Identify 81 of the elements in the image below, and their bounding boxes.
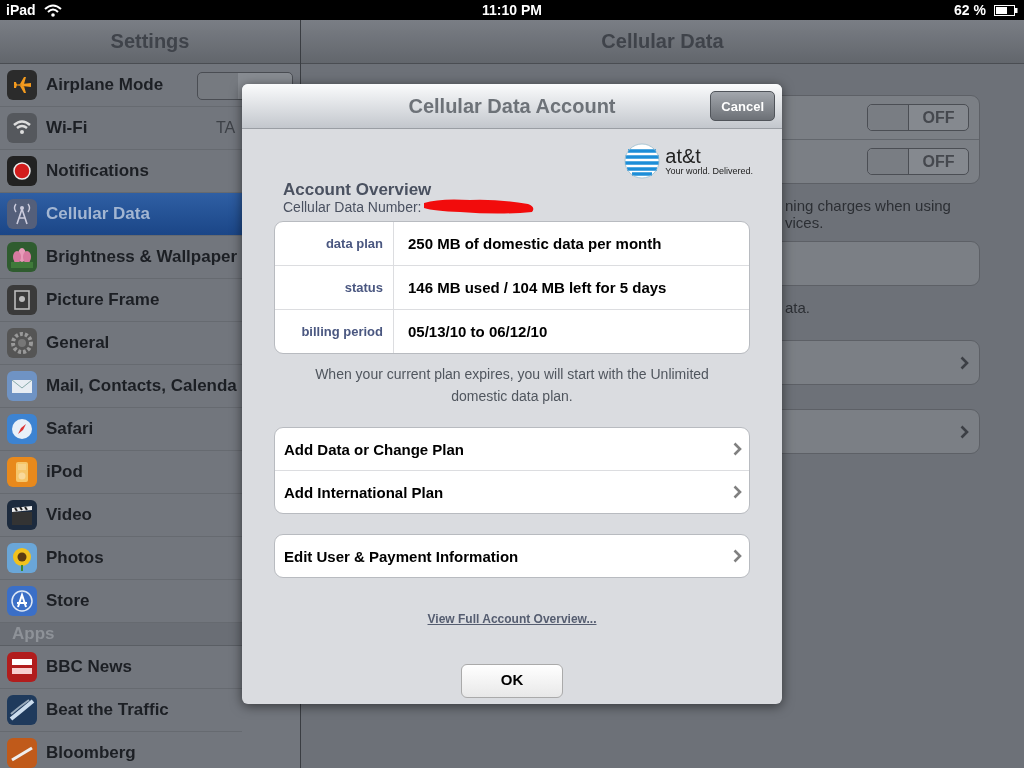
- envelope-icon: [7, 371, 37, 401]
- chevron-icon: [733, 442, 742, 456]
- settings-label: Bloomberg: [46, 743, 136, 763]
- flower-icon: [7, 242, 37, 272]
- settings-item[interactable]: Beat the Traffic: [0, 689, 242, 732]
- chevron-icon: [733, 549, 742, 563]
- cancel-button[interactable]: Cancel: [710, 91, 775, 121]
- field-label: status: [275, 266, 394, 309]
- settings-label: Cellular Data: [46, 204, 150, 224]
- chevron-icon: [960, 424, 969, 439]
- battery-percent: 62 %: [954, 2, 986, 18]
- settings-item[interactable]: BBC News: [0, 646, 242, 689]
- section-heading: Account Overview: [283, 181, 433, 199]
- picture-frame-icon: [7, 285, 37, 315]
- field-label: billing period: [275, 310, 394, 353]
- chevron-icon: [960, 355, 969, 370]
- settings-label: Notifications: [46, 161, 149, 181]
- chevron-icon: [733, 485, 742, 499]
- brand-tagline: Your world. Delivered.: [665, 166, 753, 176]
- menu-row[interactable]: Edit User & Payment Information: [275, 535, 749, 577]
- footnote-text: ata.: [785, 299, 812, 316]
- compass-icon: [7, 414, 37, 444]
- footnote-text: vices.: [785, 214, 825, 231]
- settings-item[interactable]: General: [0, 322, 242, 365]
- settings-label: Video: [46, 505, 92, 525]
- device-name: iPad: [6, 2, 36, 18]
- settings-item[interactable]: Picture Frame: [0, 279, 242, 322]
- row-label: Add Data or Change Plan: [284, 440, 465, 458]
- ok-button[interactable]: OK: [461, 664, 563, 698]
- airplane-icon: [7, 70, 37, 100]
- footnote-text: ning charges when using: [785, 197, 952, 214]
- row-label: Add International Plan: [284, 483, 444, 501]
- settings-label: BBC News: [46, 657, 132, 677]
- road-icon: [7, 695, 37, 725]
- settings-label: Brightness & Wallpaper: [46, 247, 238, 267]
- app-store-icon: [7, 586, 37, 616]
- menu-row[interactable]: Add International Plan: [275, 471, 749, 513]
- toggle-switch[interactable]: OFF: [867, 148, 969, 175]
- sunflower-icon: [7, 543, 37, 573]
- account-link[interactable]: View Full Account Overview...: [427, 612, 597, 626]
- settings-item[interactable]: Video: [0, 494, 242, 537]
- music-player-icon: [7, 457, 37, 487]
- settings-item[interactable]: Mail, Contacts, Calenda: [0, 365, 242, 408]
- row-label: Edit User & Payment Information: [284, 547, 519, 565]
- toggle-switch[interactable]: OFF: [867, 104, 969, 131]
- clapperboard-icon: [7, 500, 37, 530]
- settings-item[interactable]: Safari: [0, 408, 242, 451]
- battery-icon: [994, 4, 1018, 16]
- settings-item[interactable]: iPod: [0, 451, 242, 494]
- brand-name: at&t: [665, 146, 702, 166]
- antenna-icon: [7, 199, 37, 229]
- news-icon: [7, 652, 37, 682]
- wifi-icon: [7, 113, 37, 143]
- field-label: data plan: [275, 222, 394, 265]
- wifi-icon: [43, 3, 62, 17]
- field-value: 05/13/10 to 06/12/10: [407, 322, 548, 342]
- settings-label: Beat the Traffic: [46, 700, 169, 720]
- settings-item[interactable]: Bloomberg: [0, 732, 242, 768]
- settings-label: Store: [46, 591, 90, 611]
- settings-label: iPod: [46, 462, 83, 482]
- settings-item[interactable]: Brightness & Wallpaper: [0, 236, 242, 279]
- settings-label: Airplane Mode: [46, 75, 164, 95]
- globe-icon: [624, 143, 663, 179]
- settings-label: Safari: [46, 419, 94, 439]
- settings-label: General: [46, 333, 110, 353]
- record-icon: [7, 156, 37, 186]
- clock: 11:10 PM: [482, 2, 542, 18]
- settings-label: Picture Frame: [46, 290, 160, 310]
- number-label: Cellular Data Number:: [283, 199, 422, 215]
- dialog-title: Cellular Data Account: [408, 94, 616, 118]
- settings-label: Mail, Contacts, Calenda: [46, 376, 237, 396]
- settings-item[interactable]: Cellular Data: [0, 193, 242, 236]
- field-value: 146 MB used / 104 MB left for 5 days: [407, 278, 667, 298]
- plan-note: When your current plan expires, you will start with the Unlimited domestic data plan.: [314, 365, 710, 406]
- app-icon: [7, 738, 37, 768]
- gear-icon: [7, 328, 37, 358]
- menu-row[interactable]: Add Data or Change Plan: [275, 428, 749, 471]
- settings-label: Wi-Fi: [46, 118, 88, 138]
- field-value: 250 MB of domestic data per month: [407, 234, 662, 254]
- settings-label: Photos: [46, 548, 104, 568]
- settings-item[interactable]: Photos: [0, 537, 242, 580]
